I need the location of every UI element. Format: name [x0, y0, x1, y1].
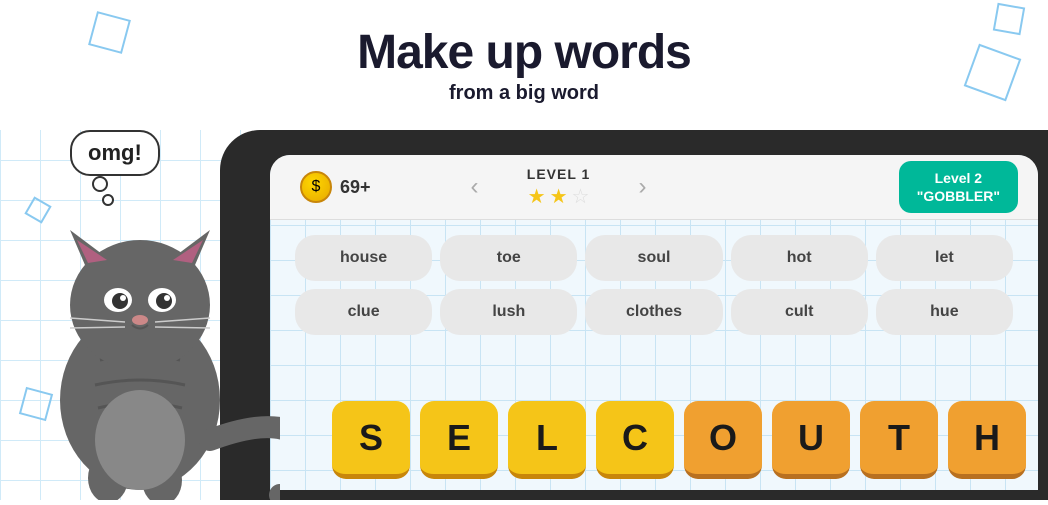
word-let[interactable]: let — [876, 235, 1013, 281]
word-cult[interactable]: cult — [731, 289, 868, 335]
level-info: LEVEL 1 ★ ★ ☆ — [499, 166, 619, 209]
top-area: Make up words from a big word — [0, 0, 1048, 130]
nav-right-button[interactable]: › — [639, 173, 647, 201]
tile-S[interactable]: S — [332, 401, 410, 479]
tile-T[interactable]: T — [860, 401, 938, 479]
tile-O[interactable]: O — [684, 401, 762, 479]
coin-count: 69+ — [340, 177, 371, 198]
word-soul[interactable]: soul — [585, 235, 722, 281]
tile-H[interactable]: H — [948, 401, 1026, 479]
word-clothes[interactable]: clothes — [585, 289, 722, 335]
word-hue[interactable]: hue — [876, 289, 1013, 335]
word-house[interactable]: house — [295, 235, 432, 281]
tile-C[interactable]: C — [596, 401, 674, 479]
next-level-button[interactable]: Level 2 "GOBBLER" — [899, 161, 1018, 213]
tiles-row: S E L C O U T H — [330, 400, 1028, 480]
panel-header: $ 69+ ‹ LEVEL 1 ★ ★ ☆ › Level 2 "GOBBLER… — [270, 155, 1038, 220]
main-title: Make up words — [357, 25, 691, 80]
coin-badge: $ 69+ — [300, 171, 371, 203]
cat-illustration — [0, 130, 280, 500]
stars-row: ★ ★ ☆ — [528, 184, 590, 209]
star-3: ☆ — [572, 184, 590, 209]
next-level-line1: Level 2 — [917, 169, 1000, 187]
tile-E[interactable]: E — [420, 401, 498, 479]
level-title: LEVEL 1 — [527, 166, 591, 182]
tile-U[interactable]: U — [772, 401, 850, 479]
sub-title: from a big word — [449, 82, 599, 105]
word-lush[interactable]: lush — [440, 289, 577, 335]
next-level-line2: "GOBBLER" — [917, 187, 1000, 205]
deco-square-3 — [993, 3, 1025, 35]
nav-left-button[interactable]: ‹ — [471, 173, 479, 201]
star-1: ★ — [528, 184, 546, 209]
tile-L[interactable]: L — [508, 401, 586, 479]
word-clue[interactable]: clue — [295, 289, 432, 335]
words-area: house toe soul hot let clue lush clothes… — [280, 225, 1028, 345]
coin-icon: $ — [300, 171, 332, 203]
word-toe[interactable]: toe — [440, 235, 577, 281]
star-2: ★ — [550, 184, 568, 209]
word-hot[interactable]: hot — [731, 235, 868, 281]
